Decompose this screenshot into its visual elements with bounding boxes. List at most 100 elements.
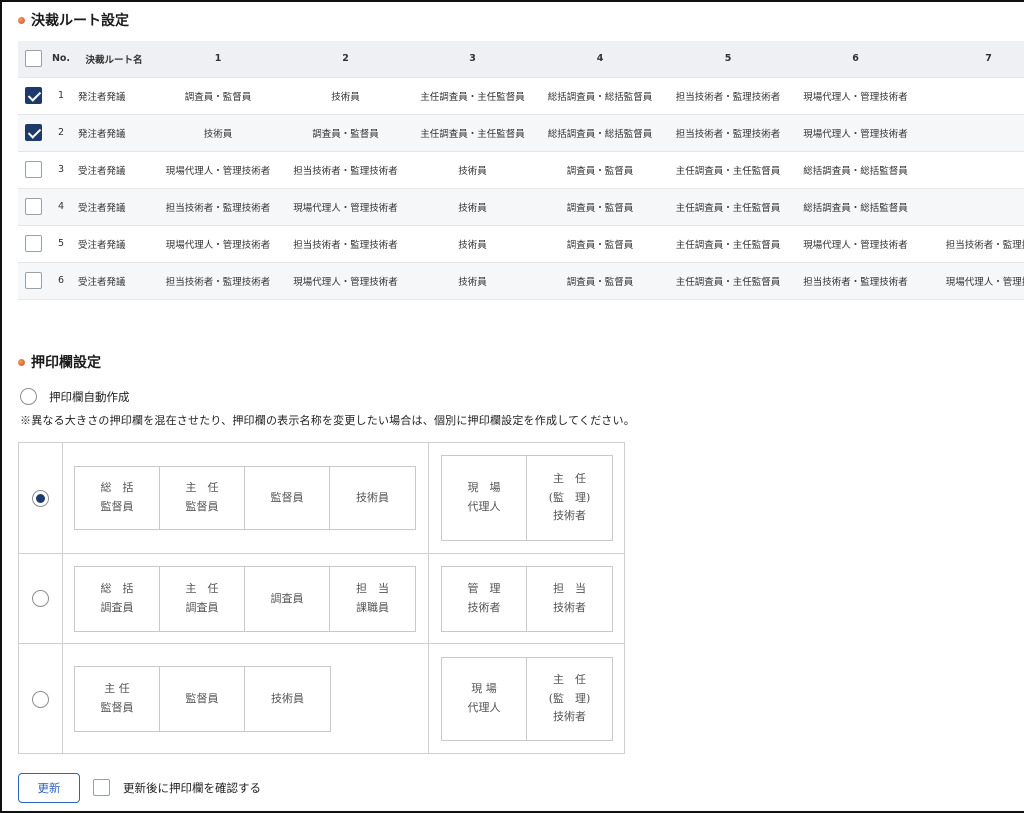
- stamp-option-row[interactable]: 総 括 監督員 主 任 監督員 監督員 技術員 現 場 代理人 主 任 (監 理…: [19, 443, 624, 554]
- stamp-box: 現 場 代理人: [442, 456, 527, 540]
- row-step-7: [919, 77, 1024, 115]
- col-header-step-2: 2: [282, 41, 409, 78]
- row-step-3: 技術員: [409, 188, 536, 226]
- row-step-4: 総括調査員・総括監督員: [536, 77, 664, 115]
- stamp-note: ※異なる大きさの押印欄を混在させたり、押印欄の表示名称を変更したい場合は、個別に…: [20, 414, 635, 427]
- stamp-section-title-text: 押印欄設定: [31, 355, 101, 371]
- row-step-5: 主任調査員・主任監督員: [664, 151, 792, 189]
- auto-create-label: 押印欄自動作成: [49, 389, 130, 404]
- stamp-section-title: 押印欄設定: [18, 352, 101, 372]
- row-route-name: 受注者発議: [74, 225, 154, 263]
- auto-create-option[interactable]: 押印欄自動作成: [20, 388, 130, 405]
- table-row[interactable]: 1 発注者発議 調査員・監督員 技術員 主任調査員・主任監督員 総括調査員・総括監督員 担当…: [18, 77, 1024, 115]
- row-step-1: 現場代理人・管理技術者: [154, 225, 282, 263]
- row-step-6: 現場代理人・管理技術者: [792, 77, 919, 115]
- row-step-1: 担当技術者・監理技術者: [154, 262, 282, 300]
- stamp-box: 主 任 調査員: [160, 567, 245, 631]
- col-header-step-1: 1: [154, 41, 282, 78]
- row-step-2: 担当技術者・監理技術者: [282, 225, 409, 263]
- table-row[interactable]: 5 受注者発議 現場代理人・管理技術者 担当技術者・監理技術者 技術員 調査員・監督員 主任…: [18, 225, 1024, 263]
- row-route-name: 受注者発議: [74, 188, 154, 226]
- stamp-option-radio[interactable]: [32, 489, 49, 507]
- row-step-2: 現場代理人・管理技術者: [282, 262, 409, 300]
- update-button[interactable]: 更新: [18, 773, 80, 803]
- row-step-6: 現場代理人・管理技術者: [792, 225, 919, 263]
- select-all-cell[interactable]: [18, 41, 48, 78]
- row-step-1: 調査員・監督員: [154, 77, 282, 115]
- row-step-4: 調査員・監督員: [536, 188, 664, 226]
- col-header-step-4: 4: [536, 41, 664, 78]
- col-header-step-5: 5: [664, 41, 792, 78]
- col-header-no: No.: [48, 41, 74, 78]
- row-step-1: 担当技術者・監理技術者: [154, 188, 282, 226]
- table-row[interactable]: 4 受注者発議 担当技術者・監理技術者 現場代理人・管理技術者 技術員 調査員・監督員 主任…: [18, 188, 1024, 226]
- row-step-5: 主任調査員・主任監督員: [664, 225, 792, 263]
- col-header-step-7: 7: [919, 41, 1024, 78]
- row-step-3: 主任調査員・主任監督員: [409, 77, 536, 115]
- stamp-layout-grid: 総 括 監督員 主 任 監督員 監督員 技術員 現 場 代理人 主 任 (監 理…: [18, 442, 625, 754]
- row-no: 5: [48, 225, 74, 263]
- row-step-7: 現場代理人・管理技: [919, 262, 1024, 300]
- table-row[interactable]: 2 発注者発議 技術員 調査員・監督員 主任調査員・主任監督員 総括調査員・総括監督員 担当…: [18, 114, 1024, 152]
- route-table: No. 決裁ルート名 1 2 3 4 5 6 7 1 発注者発議 調査員・監督員 技術…: [18, 41, 1024, 300]
- row-step-1: 現場代理人・管理技術者: [154, 151, 282, 189]
- stamp-option-row[interactable]: 主 任 監督員 監督員 技術員 現 場 代理人 主 任 (監 理) 技術者: [19, 644, 624, 754]
- bullet-icon: [18, 16, 25, 24]
- row-checkbox[interactable]: [24, 124, 42, 141]
- confirm-stamp-label: 更新後に押印欄を確認する: [123, 780, 261, 795]
- row-no: 3: [48, 151, 74, 189]
- stamp-option-radio[interactable]: [32, 690, 49, 708]
- row-step-6: 総括調査員・総括監督員: [792, 151, 919, 189]
- row-checkbox[interactable]: [24, 235, 42, 252]
- route-section-title-text: 決裁ルート設定: [31, 13, 129, 29]
- row-step-4: 調査員・監督員: [536, 225, 664, 263]
- row-checkbox[interactable]: [24, 87, 42, 104]
- row-route-name: 受注者発議: [74, 262, 154, 300]
- stamp-box: 主 任 (監 理) 技術者: [548, 471, 591, 523]
- row-checkbox[interactable]: [24, 198, 42, 215]
- stamp-option-radio[interactable]: [32, 590, 49, 607]
- row-step-3: 主任調査員・主任監督員: [409, 114, 536, 152]
- stamp-option-row[interactable]: 総 括 調査員 主 任 調査員 調査員 担 当 課職員 管 理 技術者 担 当 …: [19, 554, 624, 644]
- row-select-cell[interactable]: [18, 188, 48, 226]
- row-step-5: 主任調査員・主任監督員: [664, 262, 792, 300]
- stamp-box: 現 場 代理人: [442, 658, 527, 740]
- stamp-box: 総 括 監督員: [75, 467, 160, 529]
- row-step-5: 担当技術者・監理技術者: [664, 114, 792, 152]
- row-select-cell[interactable]: [18, 114, 48, 152]
- row-select-cell[interactable]: [18, 77, 48, 115]
- select-all-checkbox[interactable]: [24, 50, 42, 68]
- stamp-box: 管 理 技術者: [442, 567, 527, 631]
- stamp-box: 担 当 課職員: [356, 582, 389, 614]
- col-header-step-6: 6: [792, 41, 919, 78]
- row-no: 2: [48, 114, 74, 152]
- stamp-box: 監督員: [160, 667, 245, 731]
- stamp-box: 主 任 (監 理) 技術者: [548, 672, 591, 724]
- stamp-box-group-left: 主 任 監督員 監督員 技術員: [74, 666, 331, 732]
- confirm-stamp-checkbox[interactable]: [93, 779, 110, 796]
- row-select-cell[interactable]: [18, 262, 48, 300]
- row-step-2: 技術員: [282, 77, 409, 115]
- table-row[interactable]: 3 受注者発議 現場代理人・管理技術者 担当技術者・監理技術者 技術員 調査員・監督員 主任…: [18, 151, 1024, 189]
- row-no: 4: [48, 188, 74, 226]
- row-step-2: 調査員・監督員: [282, 114, 409, 152]
- auto-create-radio[interactable]: [20, 388, 37, 405]
- row-step-4: 調査員・監督員: [536, 151, 664, 189]
- row-step-2: 担当技術者・監理技術者: [282, 151, 409, 189]
- row-step-6: 担当技術者・監理技術者: [792, 262, 919, 300]
- row-select-cell[interactable]: [18, 225, 48, 263]
- row-step-3: 技術員: [409, 225, 536, 263]
- row-step-7: [919, 151, 1024, 189]
- table-row[interactable]: 6 受注者発議 担当技術者・監理技術者 現場代理人・管理技術者 技術員 調査員・監督員 主任…: [18, 262, 1024, 300]
- row-select-cell[interactable]: [18, 151, 48, 189]
- confirm-stamp-option[interactable]: 更新後に押印欄を確認する: [93, 779, 261, 796]
- stamp-box-group-left: 総 括 調査員 主 任 調査員 調査員 担 当 課職員: [74, 566, 416, 632]
- col-header-step-3: 3: [409, 41, 536, 78]
- stamp-box: 総 括 調査員: [75, 567, 160, 631]
- row-step-5: 主任調査員・主任監督員: [664, 188, 792, 226]
- row-checkbox[interactable]: [24, 161, 42, 178]
- row-checkbox[interactable]: [24, 272, 42, 289]
- row-route-name: 発注者発議: [74, 77, 154, 115]
- stamp-box-group-right: 現 場 代理人 主 任 (監 理) 技術者: [441, 455, 613, 541]
- row-step-6: 総括調査員・総括監督員: [792, 188, 919, 226]
